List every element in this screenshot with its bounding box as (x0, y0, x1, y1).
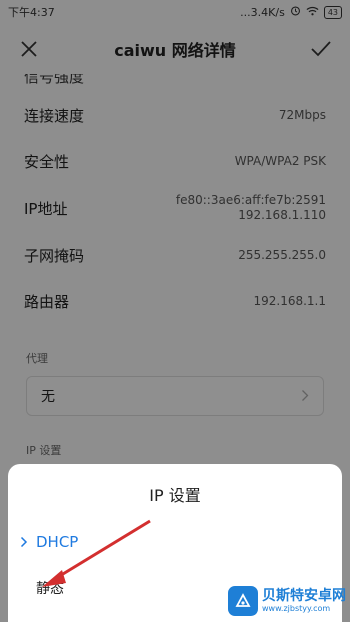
option-label: DHCP (36, 533, 79, 551)
watermark-name: 贝斯特安卓网 (262, 588, 346, 604)
watermark-logo-icon (228, 586, 258, 616)
watermark: 贝斯特安卓网 www.zjbstyy.com (228, 582, 348, 620)
sheet-title: IP 设置 (149, 486, 201, 505)
watermark-url: www.zjbstyy.com (262, 604, 331, 613)
option-dhcp[interactable]: DHCP (8, 520, 342, 564)
chevron-right-icon (20, 536, 30, 548)
option-label: 静态 (36, 581, 64, 597)
